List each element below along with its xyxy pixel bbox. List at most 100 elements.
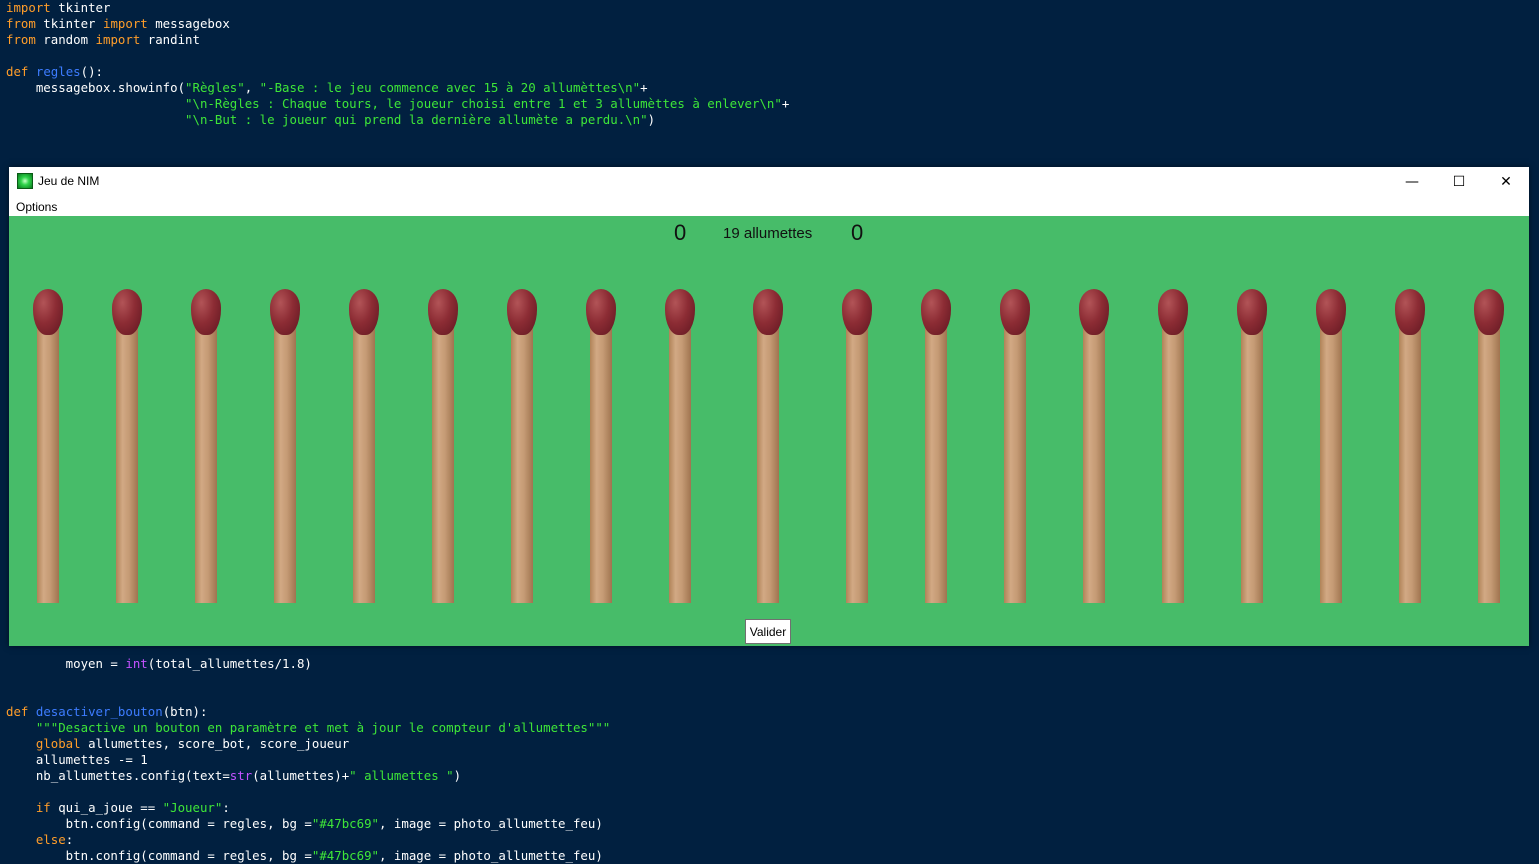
match-stick — [590, 325, 612, 603]
code-token: desactiver_bouton — [35, 704, 163, 719]
match-head — [507, 289, 537, 335]
match-head — [1474, 289, 1504, 335]
code-token: "#47bc69" — [311, 848, 379, 863]
code-token: allumettes, score_bot, score_joueur — [80, 736, 350, 751]
match-stick — [1083, 325, 1105, 603]
match-button[interactable] — [586, 289, 618, 604]
code-line: allumettes -= 1 — [0, 752, 1539, 768]
code-token: (allumettes)+ — [252, 768, 350, 783]
valider-button[interactable]: Valider — [745, 619, 791, 644]
code-token: (): — [80, 64, 104, 79]
code-token: "Règles" — [185, 80, 245, 95]
close-button[interactable]: ✕ — [1483, 167, 1529, 197]
match-stick — [925, 325, 947, 603]
player-score: 0 — [674, 220, 687, 245]
code-token: "\n-Règles : Chaque tours, le joueur cho… — [185, 96, 782, 111]
code-token: "\n-But : le joueur qui prend la dernièr… — [185, 112, 648, 127]
code-token: qui_a_joue == — [50, 800, 163, 815]
match-button[interactable] — [665, 289, 697, 604]
match-head — [191, 289, 221, 335]
code-line: if qui_a_joue == "Joueur": — [0, 800, 1539, 816]
match-button[interactable] — [428, 289, 460, 604]
menu-options[interactable]: Options — [16, 200, 57, 214]
match-button[interactable] — [1395, 289, 1427, 604]
maximize-button[interactable]: ☐ — [1436, 167, 1482, 197]
code-line: moyen = int(total_allumettes/1.8) — [0, 656, 1539, 672]
code-token: from — [6, 16, 36, 31]
code-token: btn.config(command = regles, bg = — [6, 816, 312, 831]
code-token: , image = photo_allumette_feu) — [379, 816, 603, 831]
match-head — [665, 289, 695, 335]
match-button[interactable] — [1237, 289, 1269, 604]
code-token: btn.config(command = regles, bg = — [6, 848, 312, 863]
code-token: ) — [647, 112, 656, 127]
match-head — [921, 289, 951, 335]
app-icon — [17, 173, 33, 189]
match-stick — [353, 325, 375, 603]
code-token: if — [35, 800, 51, 815]
minimize-icon: — — [1405, 174, 1419, 190]
match-button[interactable] — [1316, 289, 1348, 604]
code-line: "\n-Règles : Chaque tours, le joueur cho… — [0, 96, 1539, 112]
match-button[interactable] — [753, 289, 785, 604]
match-button[interactable] — [1158, 289, 1190, 604]
code-token: (btn): — [162, 704, 208, 719]
code-token: + — [781, 96, 790, 111]
match-stick — [1241, 325, 1263, 603]
code-token: , image = photo_allumette_feu) — [379, 848, 603, 863]
code-token: nb_allumettes.config(text= — [6, 768, 230, 783]
match-button[interactable] — [191, 289, 223, 604]
match-button[interactable] — [842, 289, 874, 604]
match-head — [586, 289, 616, 335]
code-token: messagebox — [147, 16, 230, 31]
nim-game-window: Jeu de NIM — ☐ ✕ Options 0 19 allumettes… — [9, 167, 1529, 646]
code-token: , — [244, 80, 260, 95]
code-token: str — [229, 768, 253, 783]
code-token: tkinter — [35, 16, 103, 31]
code-token: messagebox.showinfo( — [6, 80, 186, 95]
match-head — [753, 289, 783, 335]
code-token: else — [35, 832, 66, 847]
match-stick — [1162, 325, 1184, 603]
title-bar[interactable]: Jeu de NIM — ☐ ✕ — [9, 167, 1529, 197]
code-editor-bottom[interactable]: moyen = int(total_allumettes/1.8)def des… — [0, 640, 1539, 864]
code-token: def — [6, 704, 29, 719]
match-button[interactable] — [921, 289, 953, 604]
code-token: (total_allumettes/1.8) — [147, 656, 312, 671]
code-token: int — [125, 656, 148, 671]
code-token: from — [6, 32, 36, 47]
match-button[interactable] — [112, 289, 144, 604]
match-head — [1237, 289, 1267, 335]
minimize-button[interactable]: — — [1389, 167, 1435, 197]
match-button[interactable] — [270, 289, 302, 604]
match-button[interactable] — [1079, 289, 1111, 604]
match-button[interactable] — [33, 289, 65, 604]
code-token: allumettes -= 1 — [6, 752, 148, 767]
match-button[interactable] — [1474, 289, 1506, 604]
code-token: global — [35, 736, 81, 751]
match-head — [1158, 289, 1188, 335]
match-button[interactable] — [1000, 289, 1032, 604]
match-head — [1395, 289, 1425, 335]
code-line: else: — [0, 832, 1539, 848]
code-line: def desactiver_bouton(btn): — [0, 704, 1539, 720]
code-token: def — [6, 64, 29, 79]
code-line: btn.config(command = regles, bg ="#47bc6… — [0, 848, 1539, 864]
code-editor-top[interactable]: import tkinter from tkinter import messag… — [0, 0, 1539, 128]
match-button[interactable] — [507, 289, 539, 604]
match-stick — [274, 325, 296, 603]
window-title: Jeu de NIM — [38, 174, 100, 188]
match-stick — [1478, 325, 1500, 603]
maximize-icon: ☐ — [1452, 174, 1466, 190]
code-line: def regles(): — [0, 64, 1539, 80]
match-stick — [1320, 325, 1342, 603]
match-button[interactable] — [349, 289, 381, 604]
